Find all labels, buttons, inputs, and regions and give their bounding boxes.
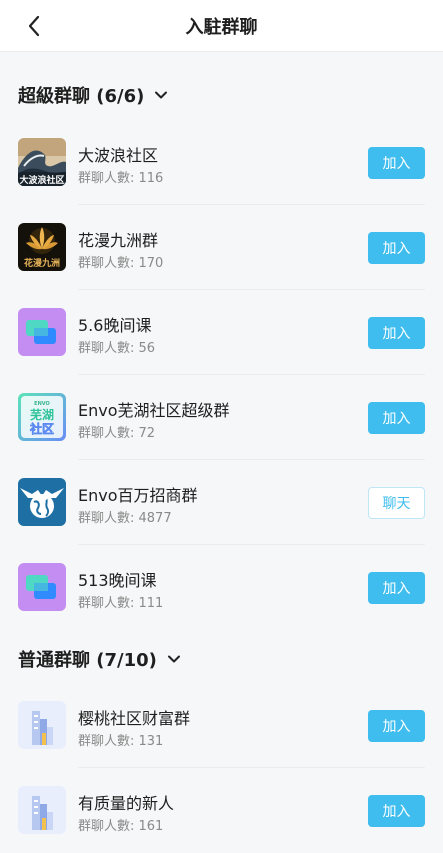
buildings-avatar: [18, 701, 66, 749]
group-name: 513晚间课: [78, 571, 157, 590]
member-count: 群聊人數: 161: [78, 819, 164, 834]
join-button[interactable]: 加入: [368, 147, 425, 179]
group-name: Envo百万招商群: [78, 486, 198, 505]
join-button[interactable]: 加入: [368, 710, 425, 742]
member-count: 群聊人數: 72: [78, 426, 156, 441]
avatar-label: 社区: [29, 421, 54, 436]
join-button[interactable]: 加入: [368, 572, 425, 604]
list-item[interactable]: 5.6晚间课 群聊人數: 56 加入: [0, 290, 443, 375]
nav-bar: 入駐群聊: [0, 0, 443, 52]
member-count: 群聊人數: 116: [78, 171, 164, 186]
list-item[interactable]: 花漫九洲 花漫九洲群 群聊人數: 170 加入: [0, 205, 443, 290]
chat-bubbles-avatar: [18, 308, 66, 356]
group-name: 5.6晚间课: [78, 316, 152, 335]
chevron-down-icon: [165, 650, 183, 668]
list-item[interactable]: Envo百万招商群 群聊人數: 4877 聊天: [0, 460, 443, 545]
avatar-label: ENVO: [34, 401, 50, 407]
join-button[interactable]: 加入: [368, 795, 425, 827]
section-header-super[interactable]: 超級群聊 (6/6): [18, 82, 170, 108]
section-title: 超級群聊 (6/6): [18, 86, 145, 107]
list-item[interactable]: 有质量的新人 群聊人數: 161 加入: [0, 768, 443, 853]
page-title: 入駐群聊: [185, 16, 258, 38]
avatar-label: 大波浪社区: [19, 174, 64, 186]
member-count: 群聊人數: 56: [78, 341, 156, 356]
group-name: 有质量的新人: [78, 794, 175, 813]
list-item[interactable]: 513晚间课 群聊人數: 111 加入: [0, 545, 443, 630]
section-header-normal[interactable]: 普通群聊 (7/10): [18, 646, 183, 672]
buildings-avatar: [18, 786, 66, 834]
chat-button[interactable]: 聊天: [368, 487, 425, 519]
chevron-left-icon: [28, 15, 40, 37]
member-count: 群聊人數: 4877: [78, 511, 172, 526]
section-title: 普通群聊 (7/10): [18, 650, 157, 671]
join-button[interactable]: 加入: [368, 402, 425, 434]
group-name: Envo芜湖社区超级群: [78, 401, 230, 420]
join-button[interactable]: 加入: [368, 232, 425, 264]
list-item[interactable]: 大波浪社区 大波浪社区 群聊人數: 116 加入: [0, 120, 443, 205]
join-button[interactable]: 加入: [368, 317, 425, 349]
list-item[interactable]: ENVO 芜湖 社区 Envo芜湖社区超级群 群聊人數: 72 加入: [0, 375, 443, 460]
wuhu-avatar: ENVO 芜湖 社区: [18, 393, 66, 441]
chevron-down-icon: [152, 86, 170, 104]
avatar-label: 花漫九洲: [24, 257, 60, 269]
member-count: 群聊人數: 170: [78, 256, 164, 271]
back-button[interactable]: [18, 10, 50, 42]
wave-avatar: 大波浪社区: [18, 138, 66, 186]
chat-bubbles-avatar: [18, 563, 66, 611]
member-count: 群聊人數: 111: [78, 596, 164, 611]
avatar-label: 芜湖: [30, 407, 54, 422]
eagle-globe-avatar: [18, 478, 66, 526]
member-count: 群聊人數: 131: [78, 734, 164, 749]
group-name: 大波浪社区: [78, 146, 159, 165]
group-name: 花漫九洲群: [78, 231, 159, 250]
lotus-avatar: 花漫九洲: [18, 223, 66, 271]
list-item[interactable]: 樱桃社区财富群 群聊人數: 131 加入: [0, 683, 443, 768]
group-name: 樱桃社区财富群: [78, 709, 191, 728]
